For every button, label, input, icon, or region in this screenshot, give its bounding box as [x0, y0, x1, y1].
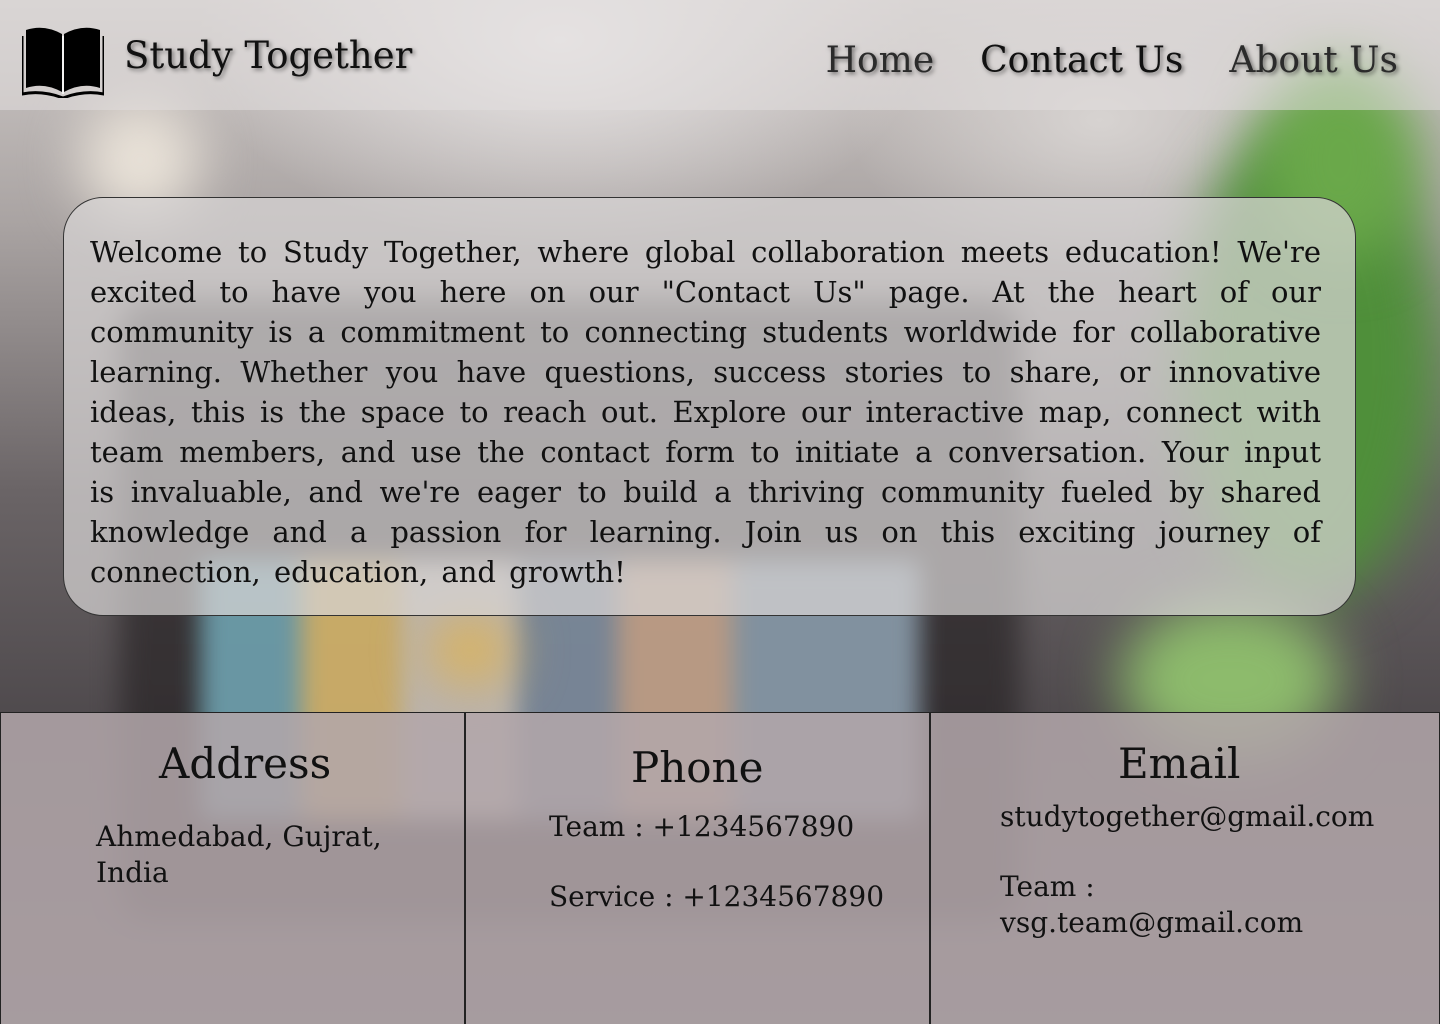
nav-contact-us[interactable]: Contact Us — [980, 40, 1183, 81]
brand[interactable]: Study Together — [20, 24, 413, 102]
nav-about-us[interactable]: About Us — [1229, 40, 1398, 81]
nav-home[interactable]: Home — [826, 40, 935, 81]
phone-team[interactable]: Team : +1234567890 — [549, 809, 854, 845]
email-team[interactable]: Team : vsg.team@gmail.com — [1000, 869, 1303, 941]
contact-info: Address Ahmedabad, Gujrat, India Phone T… — [0, 712, 1440, 1024]
email-heading: Email — [1118, 739, 1241, 788]
intro-card: Welcome to Study Together, where global … — [63, 197, 1356, 616]
intro-text: Welcome to Study Together, where global … — [90, 235, 1321, 589]
address-heading: Address — [159, 739, 332, 788]
main-nav: Home Contact Us About Us — [826, 40, 1398, 81]
open-book-icon — [20, 24, 106, 102]
phone-heading: Phone — [631, 743, 764, 792]
email-column: Email studytogether@gmail.com Team : vsg… — [930, 713, 1440, 1024]
email-primary[interactable]: studytogether@gmail.com — [1000, 799, 1374, 835]
address-value: Ahmedabad, Gujrat, India — [96, 820, 382, 889]
site-header: Study Together Home Contact Us About Us — [0, 0, 1440, 110]
address-column: Address Ahmedabad, Gujrat, India — [0, 713, 465, 1024]
phone-column: Phone Team : +1234567890 Service : +1234… — [465, 713, 930, 1024]
background-highlight — [430, 620, 510, 680]
phone-service[interactable]: Service : +1234567890 — [549, 879, 884, 915]
brand-name: Study Together — [124, 33, 413, 77]
